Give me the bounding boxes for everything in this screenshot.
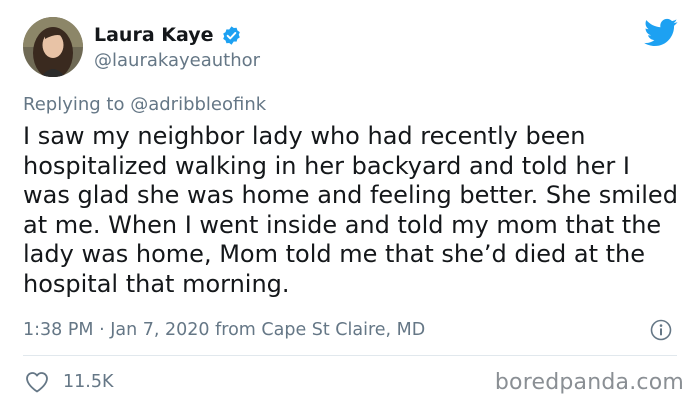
author-handle[interactable]: @laurakayeauthor — [94, 50, 260, 71]
avatar[interactable] — [23, 17, 83, 77]
like-button[interactable]: 11.5K — [25, 371, 113, 393]
author-name-row: Laura Kaye — [94, 22, 242, 48]
avatar-image — [23, 17, 83, 77]
verified-badge-icon — [221, 25, 242, 46]
divider — [23, 355, 677, 356]
like-count: 11.5K — [63, 372, 114, 392]
watermark: boredpanda.com — [494, 370, 684, 395]
tweet-text: I saw my neighbor lady who had recently … — [23, 122, 678, 298]
tweet-timestamp-location[interactable]: 1:38 PM · Jan 7, 2020 from Cape St Clair… — [23, 320, 425, 340]
heart-icon — [25, 371, 49, 393]
reply-to-handle[interactable]: @adribbleofink — [130, 94, 266, 115]
author-display-name[interactable]: Laura Kaye — [94, 24, 214, 46]
reply-context: Replying to @adribbleofink — [23, 94, 266, 115]
info-icon[interactable] — [650, 319, 672, 341]
twitter-bird-icon[interactable] — [644, 18, 678, 48]
reply-prefix: Replying to — [23, 94, 125, 115]
